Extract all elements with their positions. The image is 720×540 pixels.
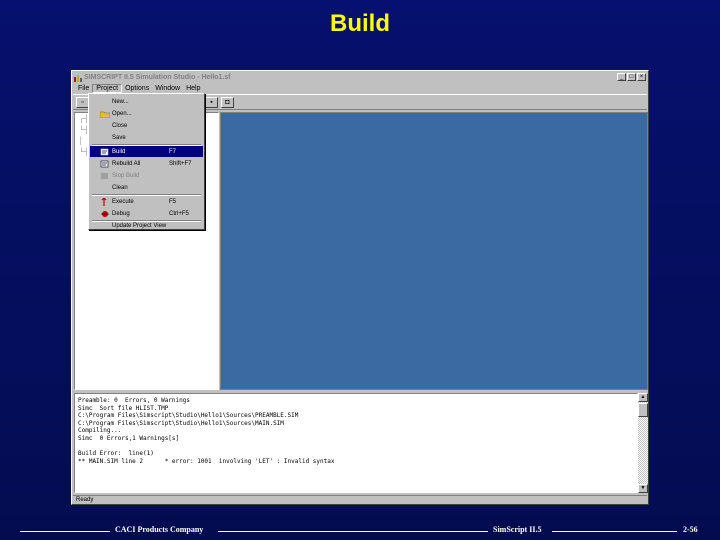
footer-rule	[218, 531, 488, 532]
menu-item-execute[interactable]: Execute F5	[90, 196, 203, 207]
scroll-down-icon[interactable]: ▼	[638, 484, 648, 493]
debug-icon	[101, 210, 109, 217]
menu-item-save[interactable]: Save	[90, 132, 203, 143]
output-line: Simc Sort file HLIST.TMP	[78, 404, 169, 412]
output-line: Build Error: line(1)	[78, 450, 154, 458]
stop-build-icon	[101, 172, 108, 179]
footer-page-number: 2-56	[683, 525, 698, 534]
menu-item-update-project-view[interactable]: Update Project View	[90, 221, 203, 230]
output-line: C:\Program Files\Simscript\Studio\Hello1…	[78, 419, 284, 427]
menu-item-open[interactable]: Open...	[90, 108, 203, 119]
output-line: Compiling...	[78, 427, 122, 435]
scroll-thumb[interactable]	[638, 403, 648, 417]
scroll-up-icon[interactable]: ▲	[638, 393, 648, 402]
open-folder-icon	[100, 111, 110, 118]
status-bar: Ready	[73, 495, 647, 504]
menu-help[interactable]: Help	[183, 85, 203, 92]
menu-item-new[interactable]: New...	[90, 96, 203, 107]
close-button[interactable]: ×	[637, 73, 646, 81]
footer-company: CACI Products Company	[115, 525, 204, 534]
build-output-pane[interactable]: Preamble: 0 Errors, 0 Warnings Simc Sort…	[74, 393, 638, 493]
window-title: SIMSCRIPT II.5 Simulation Studio - Hello…	[84, 74, 231, 81]
output-line: Preamble: 0 Errors, 0 Warnings	[78, 397, 190, 404]
build-icon	[100, 148, 109, 155]
app-logo-icon	[74, 74, 82, 82]
footer-product: SimScript II.5	[493, 525, 542, 534]
menu-options[interactable]: Options	[122, 85, 152, 92]
menu-item-build[interactable]: Build F7	[90, 146, 203, 157]
footer-rule	[552, 531, 677, 532]
minimize-button[interactable]: _	[617, 73, 626, 81]
output-line: C:\Program Files\Simscript\Studio\Hello1…	[78, 412, 299, 420]
build-tool-icon[interactable]: ▪	[205, 97, 218, 108]
menu-window[interactable]: Window	[152, 85, 183, 92]
menu-item-stop-build: Stop Build	[90, 170, 203, 181]
maximize-button[interactable]: □	[627, 73, 636, 81]
output-line: Simc 0 Errors,1 Warnings[s]	[78, 434, 180, 442]
menu-item-rebuild-all[interactable]: Rebuild All Shift+F7	[90, 158, 203, 169]
menu-project[interactable]: Project	[92, 84, 123, 93]
menu-item-close[interactable]: Close	[90, 120, 203, 131]
mdi-client-area[interactable]	[220, 112, 648, 390]
title-bar[interactable]: SIMSCRIPT II.5 Simulation Studio - Hello…	[73, 72, 647, 83]
execute-tool-icon[interactable]: ◘	[221, 97, 234, 108]
slide-title: Build	[330, 10, 390, 37]
menu-item-debug[interactable]: Debug Ctrl+F5	[90, 208, 203, 219]
menu-file[interactable]: File	[75, 85, 92, 92]
project-menu-dropdown: New... Open... Close Save Build F7 Rebui…	[88, 93, 205, 230]
output-scrollbar[interactable]: ▲ ▼	[638, 393, 648, 493]
rebuild-all-icon	[100, 160, 109, 167]
execute-icon	[101, 197, 107, 206]
menu-item-clean[interactable]: Clean	[90, 182, 203, 193]
output-line: ** MAIN.SIM line 2 * error: 1001 involvi…	[78, 457, 335, 465]
footer-rule	[20, 531, 110, 532]
tree-branch-icon: │	[79, 138, 84, 145]
